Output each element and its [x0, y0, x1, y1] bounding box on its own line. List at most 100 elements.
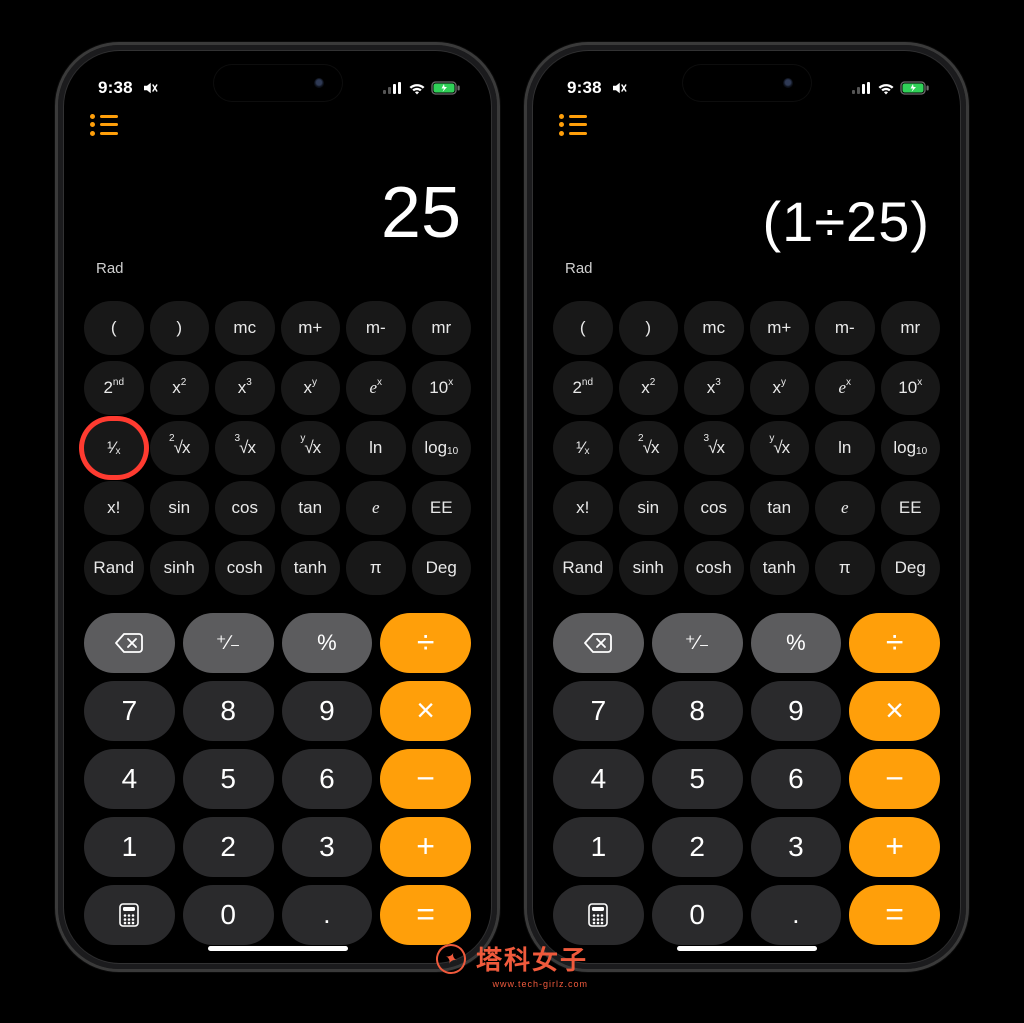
equals-button[interactable]: =	[380, 885, 471, 945]
cosh-button[interactable]: cosh	[215, 541, 275, 595]
multiply-button[interactable]: ×	[380, 681, 471, 741]
plus-button[interactable]: +	[849, 817, 940, 877]
multiply-button[interactable]: ×	[849, 681, 940, 741]
ten-power-x-button[interactable]: 10x	[412, 361, 472, 415]
cbrt-button[interactable]: 3√x	[684, 421, 744, 475]
mode-switch-button[interactable]	[84, 885, 175, 945]
log10-button[interactable]: log10	[881, 421, 941, 475]
reciprocal-button[interactable]: ¹⁄x	[84, 421, 144, 475]
digit-2-button[interactable]: 2	[183, 817, 274, 877]
digit-0-button[interactable]: 0	[183, 885, 274, 945]
tan-button[interactable]: tan	[750, 481, 810, 535]
ee-button[interactable]: EE	[412, 481, 472, 535]
backspace-button[interactable]	[553, 613, 644, 673]
digit-0-button[interactable]: 0	[652, 885, 743, 945]
minus-button[interactable]: −	[849, 749, 940, 809]
plus-minus-button[interactable]: ⁺∕₋	[652, 613, 743, 673]
home-indicator[interactable]	[208, 946, 348, 951]
digit-3-button[interactable]: 3	[751, 817, 842, 877]
tan-button[interactable]: tan	[281, 481, 341, 535]
home-indicator[interactable]	[677, 946, 817, 951]
ln-button[interactable]: ln	[346, 421, 406, 475]
reciprocal-button[interactable]: ¹⁄x	[553, 421, 613, 475]
mem-plus-button[interactable]: m+	[750, 301, 810, 355]
minus-button[interactable]: −	[380, 749, 471, 809]
plus-button[interactable]: +	[380, 817, 471, 877]
digit-8-button[interactable]: 8	[652, 681, 743, 741]
rand-button[interactable]: Rand	[553, 541, 613, 595]
factorial-button[interactable]: x!	[553, 481, 613, 535]
tanh-button[interactable]: tanh	[281, 541, 341, 595]
digit-1-button[interactable]: 1	[553, 817, 644, 877]
ee-button[interactable]: EE	[881, 481, 941, 535]
mem-plus-button[interactable]: m+	[281, 301, 341, 355]
y-root-button[interactable]: y√x	[281, 421, 341, 475]
cbrt-button[interactable]: 3√x	[215, 421, 275, 475]
digit-8-button[interactable]: 8	[183, 681, 274, 741]
sqrt-button[interactable]: 2√x	[619, 421, 679, 475]
mem-minus-button[interactable]: m-	[346, 301, 406, 355]
deg-button[interactable]: Deg	[412, 541, 472, 595]
x-power-y-button[interactable]: xy	[750, 361, 810, 415]
second-func-button[interactable]: 2nd	[553, 361, 613, 415]
digit-7-button[interactable]: 7	[553, 681, 644, 741]
y-root-button[interactable]: y√x	[750, 421, 810, 475]
paren-close-button[interactable]: )	[150, 301, 210, 355]
history-list-button[interactable]	[90, 114, 118, 136]
cosh-button[interactable]: cosh	[684, 541, 744, 595]
e-power-x-button[interactable]: ex	[346, 361, 406, 415]
mode-switch-button[interactable]	[553, 885, 644, 945]
sinh-button[interactable]: sinh	[150, 541, 210, 595]
percent-button[interactable]: %	[282, 613, 373, 673]
digit-4-button[interactable]: 4	[553, 749, 644, 809]
mem-clear-button[interactable]: mc	[684, 301, 744, 355]
euler-e-button[interactable]: e	[346, 481, 406, 535]
x-cubed-button[interactable]: x3	[684, 361, 744, 415]
plus-minus-button[interactable]: ⁺∕₋	[183, 613, 274, 673]
x-squared-button[interactable]: x2	[619, 361, 679, 415]
mem-minus-button[interactable]: m-	[815, 301, 875, 355]
digit-6-button[interactable]: 6	[282, 749, 373, 809]
paren-open-button[interactable]: (	[84, 301, 144, 355]
paren-close-button[interactable]: )	[619, 301, 679, 355]
tanh-button[interactable]: tanh	[750, 541, 810, 595]
sinh-button[interactable]: sinh	[619, 541, 679, 595]
rand-button[interactable]: Rand	[84, 541, 144, 595]
x-power-y-button[interactable]: xy	[281, 361, 341, 415]
digit-2-button[interactable]: 2	[652, 817, 743, 877]
history-list-button[interactable]	[559, 114, 587, 136]
decimal-button[interactable]: .	[751, 885, 842, 945]
mem-recall-button[interactable]: mr	[412, 301, 472, 355]
digit-4-button[interactable]: 4	[84, 749, 175, 809]
digit-7-button[interactable]: 7	[84, 681, 175, 741]
divide-button[interactable]: ÷	[380, 613, 471, 673]
paren-open-button[interactable]: (	[553, 301, 613, 355]
digit-5-button[interactable]: 5	[183, 749, 274, 809]
digit-9-button[interactable]: 9	[282, 681, 373, 741]
ln-button[interactable]: ln	[815, 421, 875, 475]
pi-button[interactable]: π	[346, 541, 406, 595]
digit-1-button[interactable]: 1	[84, 817, 175, 877]
digit-9-button[interactable]: 9	[751, 681, 842, 741]
backspace-button[interactable]	[84, 613, 175, 673]
e-power-x-button[interactable]: ex	[815, 361, 875, 415]
digit-5-button[interactable]: 5	[652, 749, 743, 809]
sin-button[interactable]: sin	[619, 481, 679, 535]
digit-6-button[interactable]: 6	[751, 749, 842, 809]
cos-button[interactable]: cos	[684, 481, 744, 535]
x-squared-button[interactable]: x2	[150, 361, 210, 415]
log10-button[interactable]: log10	[412, 421, 472, 475]
digit-3-button[interactable]: 3	[282, 817, 373, 877]
deg-button[interactable]: Deg	[881, 541, 941, 595]
mem-recall-button[interactable]: mr	[881, 301, 941, 355]
percent-button[interactable]: %	[751, 613, 842, 673]
cos-button[interactable]: cos	[215, 481, 275, 535]
x-cubed-button[interactable]: x3	[215, 361, 275, 415]
ten-power-x-button[interactable]: 10x	[881, 361, 941, 415]
sqrt-button[interactable]: 2√x	[150, 421, 210, 475]
mem-clear-button[interactable]: mc	[215, 301, 275, 355]
decimal-button[interactable]: .	[282, 885, 373, 945]
euler-e-button[interactable]: e	[815, 481, 875, 535]
equals-button[interactable]: =	[849, 885, 940, 945]
pi-button[interactable]: π	[815, 541, 875, 595]
